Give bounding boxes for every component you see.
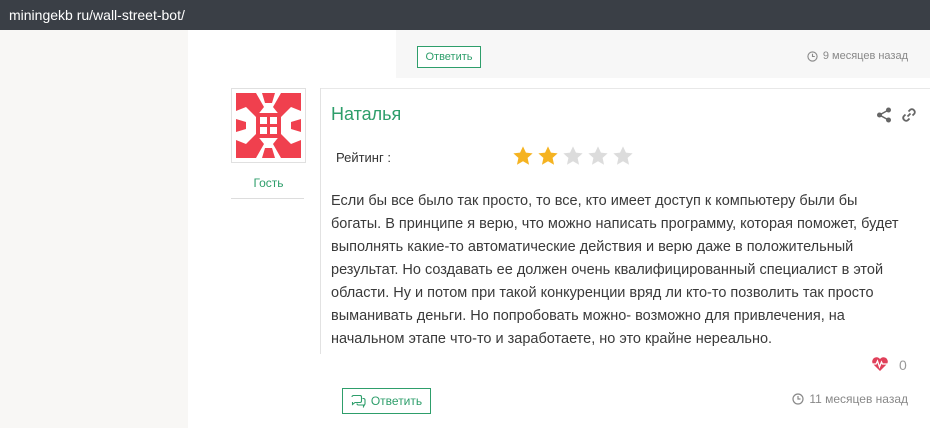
star-icon [588,146,608,165]
comment-icon [351,394,366,408]
star-icon [513,146,533,165]
comment-text: Если бы все было так просто, то все, кто… [331,193,899,347]
rating-stars [512,145,634,167]
divider [231,198,304,199]
divider [320,88,321,354]
star-icon [613,146,633,165]
comment-time-text: 11 месяцев назад [809,392,908,406]
share-icon[interactable] [876,107,892,123]
clock-icon [792,393,804,405]
star-icon [563,146,583,165]
comment-time: 11 месяцев назад [792,392,908,406]
link-icon[interactable] [901,107,917,123]
divider [320,88,930,89]
star-icon [538,146,558,165]
heart-pulse-icon[interactable] [871,356,889,372]
previous-comment-time: 9 месяцев назад [807,50,908,62]
rating-label: Рейтинг : [336,150,391,165]
author-role: Гость [253,176,284,190]
avatar [231,88,306,163]
reply-button-label: Ответить [370,394,423,408]
previous-reply-button[interactable]: Ответить [417,46,481,68]
author-name[interactable]: Наталья [331,104,401,125]
clock-icon [807,50,818,62]
like-count: 0 [899,357,907,373]
reply-button[interactable]: Ответить [342,388,431,414]
url-text: miningekb ru/wall-street-bot/ [9,7,185,23]
url-bar[interactable]: miningekb ru/wall-street-bot/ [0,0,930,30]
left-margin [0,30,188,428]
previous-time-text: 9 месяцев назад [822,50,908,62]
